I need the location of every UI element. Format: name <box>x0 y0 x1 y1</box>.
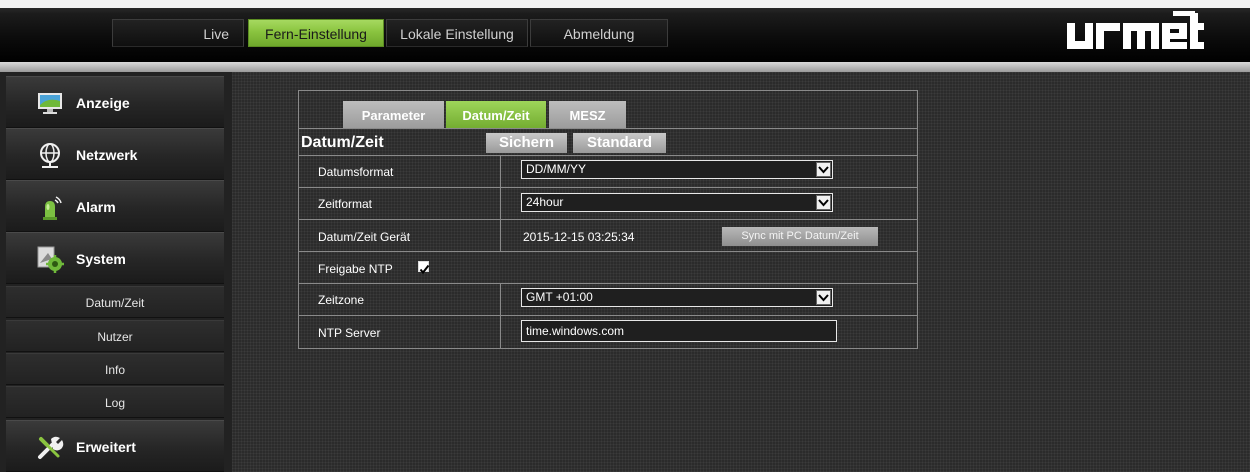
checkmark-icon <box>419 264 430 275</box>
sidebar-subitem-info[interactable]: Info <box>6 353 224 385</box>
sidebar-subitem-log[interactable]: Log <box>6 386 224 418</box>
alarm-siren-icon <box>43 196 62 220</box>
date-format-label: Datumsformat <box>318 165 394 179</box>
divider <box>299 155 917 156</box>
separator-band <box>0 62 1250 72</box>
device-time-value: 2015-12-15 03:25:34 <box>523 230 635 244</box>
nav-lokale-einstellung[interactable]: Lokale Einstellung <box>386 19 528 47</box>
sidebar-subitem-nutzer[interactable]: Nutzer <box>6 320 224 352</box>
network-globe-icon <box>40 143 60 168</box>
section-title: Datum/Zeit <box>301 134 384 151</box>
datetime-settings-panel: Parameter Datum/Zeit MESZ Datum/Zeit Sic… <box>298 90 918 349</box>
monitor-icon <box>38 93 62 114</box>
divider <box>299 283 917 284</box>
chevron-down-icon <box>816 290 831 305</box>
divider <box>299 219 917 220</box>
date-format-select[interactable]: DD/MM/YY <box>521 160 833 179</box>
device-time-label: Datum/Zeit Gerät <box>318 230 411 244</box>
tab-parameter[interactable]: Parameter <box>343 101 444 128</box>
date-format-value: DD/MM/YY <box>526 162 586 176</box>
nav-live[interactable]: Live <box>112 19 244 47</box>
sidebar-item-label: System <box>76 251 126 267</box>
ntp-server-input[interactable] <box>521 320 837 342</box>
sidebar: Anzeige Netzwerk Alarm System Datum/Zeit… <box>0 72 232 472</box>
nav-abmeldung[interactable]: Abmeldung <box>530 19 668 47</box>
sidebar-item-netzwerk[interactable]: Netzwerk <box>6 128 224 180</box>
time-format-select[interactable]: 24hour <box>521 193 833 212</box>
timezone-select[interactable]: GMT +01:00 <box>521 288 833 307</box>
time-format-value: 24hour <box>526 195 564 209</box>
column-divider <box>500 283 501 349</box>
ntp-enable-checkbox[interactable] <box>418 261 430 275</box>
system-gear-icon <box>37 246 64 273</box>
timezone-label: Zeitzone <box>318 293 365 307</box>
chevron-down-icon <box>816 162 831 177</box>
divider <box>299 315 917 316</box>
chevron-down-icon <box>816 195 831 210</box>
sidebar-item-label: Netzwerk <box>76 147 138 163</box>
sidebar-item-label: Erweitert <box>76 439 136 455</box>
timezone-value: GMT +01:00 <box>526 290 593 304</box>
divider <box>299 128 917 129</box>
ntp-enable-label: Freigabe NTP <box>318 262 393 276</box>
sidebar-item-alarm[interactable]: Alarm <box>6 180 224 232</box>
divider <box>299 187 917 188</box>
tools-icon <box>38 436 64 459</box>
column-divider <box>500 155 501 251</box>
save-button[interactable]: Sichern <box>486 133 567 153</box>
ntp-server-label: NTP Server <box>318 326 381 340</box>
sidebar-item-label: Anzeige <box>76 95 130 111</box>
sync-pc-time-button[interactable]: Sync mit PC Datum/Zeit <box>722 227 878 246</box>
sidebar-subitem-datum-zeit[interactable]: Datum/Zeit <box>6 286 224 318</box>
tab-datum-zeit[interactable]: Datum/Zeit <box>446 101 546 128</box>
top-strip <box>0 0 1250 8</box>
sidebar-item-erweitert[interactable]: Erweitert <box>6 420 224 472</box>
nav-fern-einstellung[interactable]: Fern-Einstellung <box>248 19 384 47</box>
default-button[interactable]: Standard <box>573 133 666 153</box>
top-navigation-bar: Live Fern-Einstellung Lokale Einstellung… <box>0 0 1250 62</box>
tab-mesz[interactable]: MESZ <box>549 101 626 128</box>
sidebar-item-system[interactable]: System <box>6 232 224 284</box>
sidebar-item-label: Alarm <box>76 199 116 215</box>
urmet-logo <box>1067 11 1204 49</box>
time-format-label: Zeitformat <box>318 197 373 211</box>
divider <box>299 251 917 252</box>
sidebar-item-anzeige[interactable]: Anzeige <box>6 76 224 128</box>
